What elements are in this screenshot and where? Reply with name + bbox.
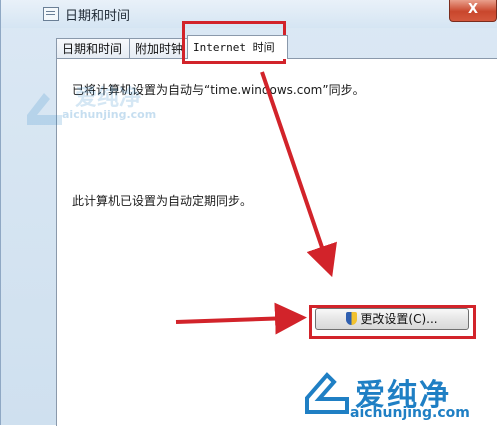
watermark-url: aichunjing.com <box>350 405 470 421</box>
watermark-logo-icon <box>305 372 349 414</box>
date-time-dialog: 日期和时间 X 日期和时间 附加时钟 Internet 时间 已将计算机设置为自… <box>0 0 497 426</box>
tab-date-time[interactable]: 日期和时间 <box>56 38 132 59</box>
tab-internet-time[interactable]: Internet 时间 <box>187 35 288 59</box>
calendar-icon <box>43 7 59 21</box>
uac-shield-icon <box>346 312 358 325</box>
change-settings-label: 更改设置(C)... <box>360 312 438 326</box>
change-settings-button[interactable]: 更改设置(C)... <box>315 308 469 330</box>
window-title: 日期和时间 <box>65 9 131 24</box>
title-bar[interactable]: 日期和时间 X <box>1 0 497 28</box>
schedule-status-text: 此计算机已设置为自动定期同步。 <box>72 194 253 208</box>
tab-additional-clocks[interactable]: 附加时钟 <box>129 38 189 59</box>
watermark-faint-url: aichunjing.com <box>62 108 157 121</box>
close-button[interactable]: X <box>449 0 497 22</box>
